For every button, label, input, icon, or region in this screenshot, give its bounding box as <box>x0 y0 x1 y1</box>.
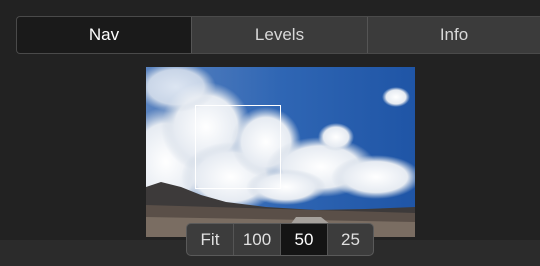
viewport-rectangle[interactable] <box>195 105 281 189</box>
tab-levels[interactable]: Levels <box>191 17 367 53</box>
tab-bar: Nav Levels Info <box>16 16 540 54</box>
tab-info[interactable]: Info <box>367 17 540 53</box>
zoom-fit-button[interactable]: Fit <box>187 224 233 255</box>
tab-nav[interactable]: Nav <box>17 17 191 53</box>
zoom-25-button[interactable]: 25 <box>327 224 373 255</box>
navigator-preview-image[interactable] <box>146 67 415 237</box>
zoom-segmented-control: Fit 100 50 25 <box>186 223 374 256</box>
zoom-100-button[interactable]: 100 <box>233 224 280 255</box>
zoom-50-button[interactable]: 50 <box>280 224 327 255</box>
navigator-panel: Nav Levels Info Fit 100 50 25 <box>0 0 540 266</box>
